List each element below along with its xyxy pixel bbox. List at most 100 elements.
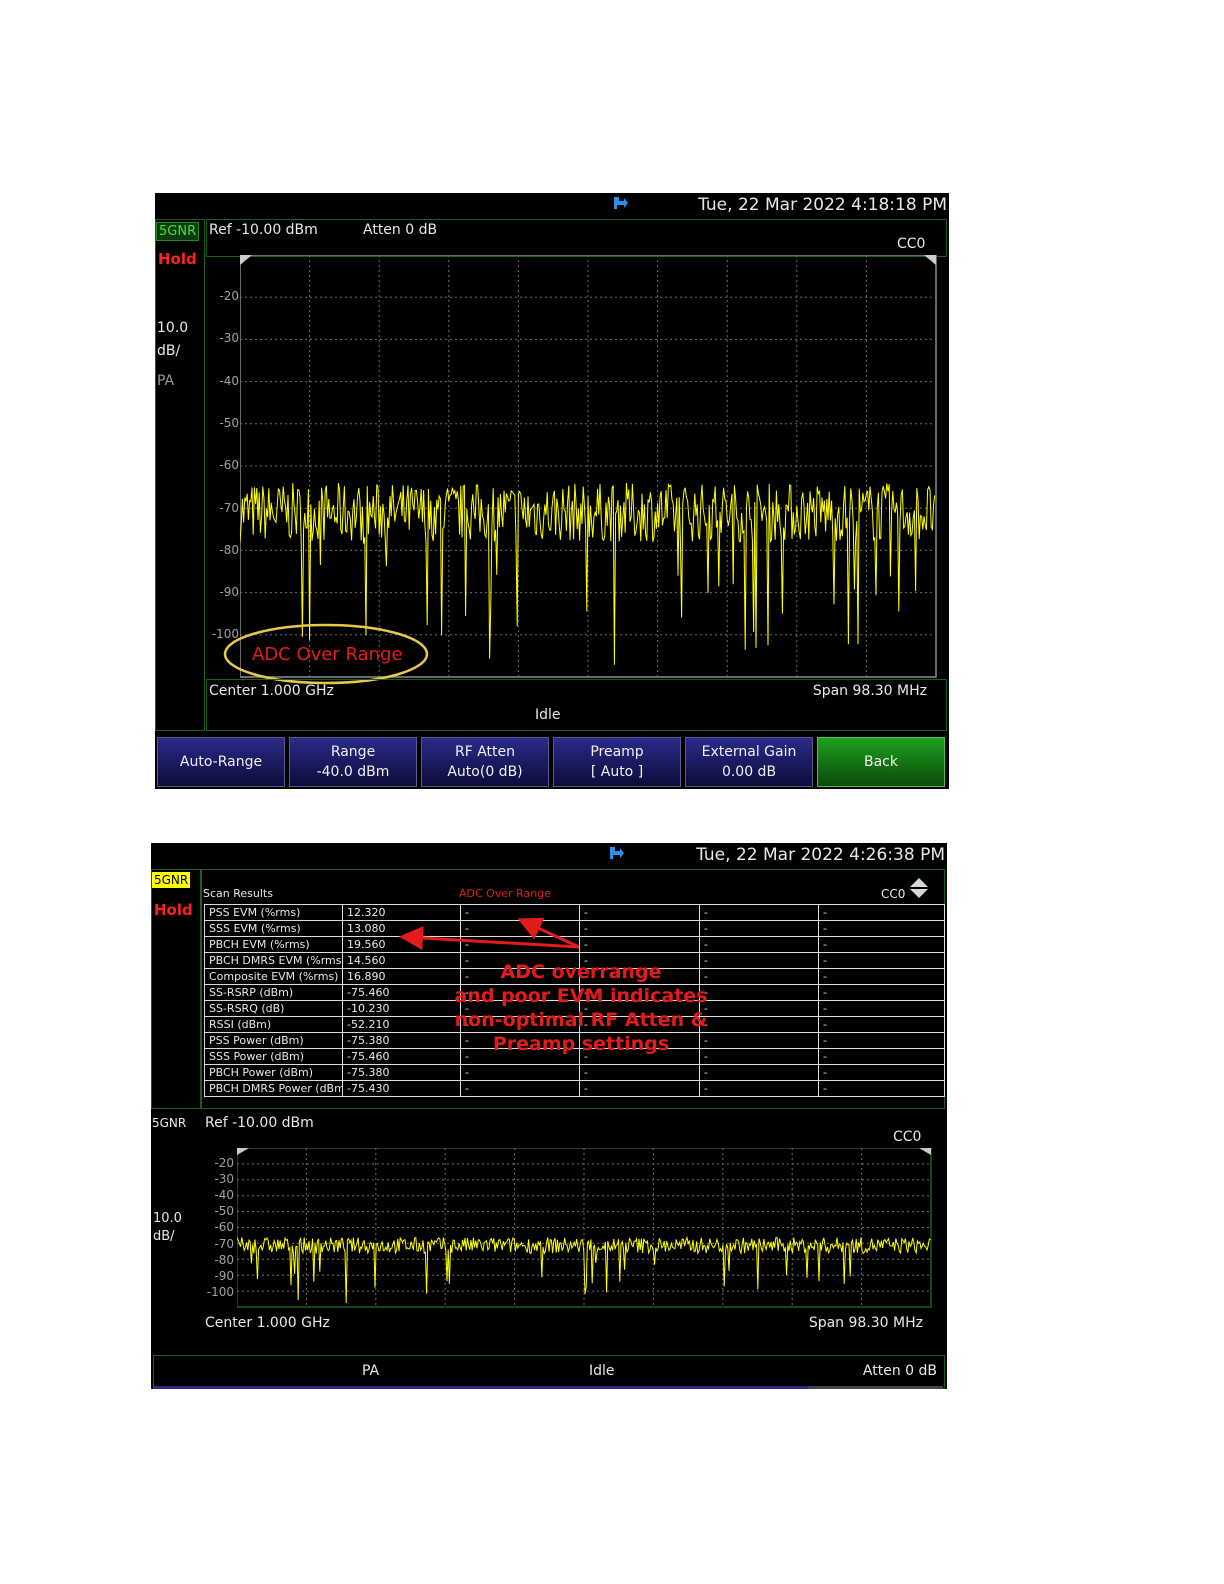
plot-corner-marker-left	[237, 1148, 249, 1155]
metric-empty-cell: -	[579, 1080, 700, 1097]
carrier-label: CC0	[897, 236, 926, 252]
metric-empty-cell: -	[699, 968, 819, 985]
status-mode: PA	[362, 1363, 380, 1379]
annotation-line-4: Preamp settings	[492, 1033, 670, 1055]
annotation-text: ADC overrange and poor EVM indicates non…	[451, 960, 711, 1056]
metric-empty-cell: -	[699, 1048, 819, 1065]
scan-results-title: Scan Results	[203, 887, 273, 900]
rf-atten-label: RF Atten	[454, 744, 516, 760]
adc-over-range-warning: ADC Over Range	[459, 887, 551, 900]
metric-value: -75.430	[342, 1080, 461, 1097]
metric-name: PBCH DMRS EVM (%rms)	[204, 952, 343, 969]
center-frequency[interactable]: Center 1.000 GHz	[209, 683, 334, 699]
metric-value: -52.210	[342, 1016, 461, 1033]
y-tick-label: -50	[214, 1204, 234, 1219]
metric-name: PBCH DMRS Power (dBm)	[204, 1080, 343, 1097]
range-value: -40.0 dBm	[316, 764, 390, 780]
y-tick-label: -30	[219, 331, 239, 346]
mode-badge[interactable]: 5GNR	[156, 222, 200, 241]
plot-grid	[237, 1148, 931, 1307]
spectrum-plot[interactable]	[236, 1147, 933, 1309]
spectrum-plot[interactable]	[239, 254, 938, 679]
network-icon	[612, 195, 630, 215]
y-tick-label: -70	[219, 500, 239, 515]
annotation-line-1: ADC overrange	[500, 961, 662, 983]
range-button[interactable]: Range -40.0 dBm	[289, 737, 417, 787]
adc-over-range-warning: ADC Over Range	[252, 644, 403, 665]
network-icon	[608, 845, 626, 865]
status-text: Idle	[535, 707, 561, 723]
y-tick-label: -50	[219, 415, 239, 430]
center-frequency[interactable]: Center 1.000 GHz	[205, 1315, 330, 1331]
status-bar	[153, 1355, 945, 1389]
metric-empty-cell: -	[699, 1064, 819, 1081]
metric-empty-cell: -	[699, 936, 819, 953]
external-gain-label: External Gain	[701, 744, 797, 760]
y-tick-label: -80	[219, 542, 239, 557]
metric-value: -75.380	[342, 1032, 461, 1049]
carrier-up-down-icon[interactable]	[909, 877, 929, 903]
auto-range-button[interactable]: Auto-Range	[157, 737, 285, 787]
preamp-button[interactable]: Preamp [ Auto ]	[553, 737, 681, 787]
metric-name: PSS Power (dBm)	[204, 1032, 343, 1049]
mode-badge[interactable]: 5GNR	[152, 872, 191, 888]
y-tick-label: -100	[206, 1284, 234, 1299]
y-tick-label: -30	[214, 1172, 234, 1187]
span[interactable]: Span 98.30 MHz	[813, 683, 927, 699]
metric-empty-cell: -	[818, 920, 945, 937]
metric-empty-cell: -	[818, 936, 945, 953]
metric-name: SSS Power (dBm)	[204, 1048, 343, 1065]
scale-value: 10.0	[157, 320, 189, 336]
datetime: Tue, 22 Mar 2022 4:18:18 PM	[698, 195, 947, 215]
metric-name: SSS EVM (%rms)	[204, 920, 343, 937]
metric-empty-cell: -	[818, 1064, 945, 1081]
y-tick-label: -20	[219, 289, 239, 303]
hold-indicator: Hold	[154, 901, 193, 919]
metric-name: PSS EVM (%rms)	[204, 904, 343, 921]
metric-empty-cell: -	[460, 1080, 580, 1097]
annotation-line-3: non-optimal RF Atten &	[454, 1009, 708, 1031]
external-gain-button[interactable]: External Gain 0.00 dB	[685, 737, 813, 787]
scale-unit: dB/	[157, 343, 181, 359]
metric-empty-cell: -	[579, 936, 700, 953]
metric-name: SS-RSRP (dBm)	[204, 984, 343, 1001]
status-atten: Atten 0 dB	[862, 1363, 937, 1379]
metric-empty-cell: -	[699, 920, 819, 937]
ref-level[interactable]: Ref -10.00 dBm	[205, 1115, 314, 1131]
y-tick-label: -60	[219, 458, 239, 473]
metric-empty-cell: -	[818, 1016, 945, 1033]
ref-level[interactable]: Ref -10.00 dBm	[209, 222, 318, 238]
metric-empty-cell: -	[460, 1064, 580, 1081]
metric-empty-cell: -	[699, 952, 819, 969]
plot-grid	[240, 255, 936, 677]
metric-empty-cell: -	[818, 1000, 945, 1017]
metric-empty-cell: -	[818, 1048, 945, 1065]
y-tick-label: -90	[214, 1268, 234, 1283]
table-row: PBCH Power (dBm) -75.380- - - -	[204, 1064, 945, 1081]
metric-value: -75.380	[342, 1064, 461, 1081]
rf-atten-button[interactable]: RF Atten Auto(0 dB)	[421, 737, 549, 787]
metric-empty-cell: -	[818, 952, 945, 969]
left-info-panel	[155, 219, 205, 731]
carrier-label[interactable]: CC0	[881, 887, 905, 901]
analyzer-screen-bottom: Tue, 22 Mar 2022 4:26:38 PM 5GNR Hold Sc…	[151, 843, 947, 1389]
metric-empty-cell: -	[579, 904, 700, 921]
rf-atten-value: Auto(0 dB)	[447, 764, 523, 780]
auto-range-label: Auto-Range	[179, 754, 263, 770]
lower-mode-badge[interactable]: 5GNR	[152, 1116, 186, 1130]
metric-value: 16.890	[342, 968, 461, 985]
scale-unit: dB/	[153, 1229, 175, 1244]
metric-empty-cell: -	[579, 920, 700, 937]
external-gain-value: 0.00 dB	[721, 764, 777, 780]
span[interactable]: Span 98.30 MHz	[809, 1315, 923, 1331]
status-text: Idle	[589, 1363, 615, 1379]
annotation-line-2: and poor EVM indicates	[454, 985, 708, 1007]
attenuation[interactable]: Atten 0 dB	[363, 222, 437, 238]
preamp-value: [ Auto ]	[590, 764, 644, 780]
metric-empty-cell: -	[818, 1032, 945, 1049]
back-button[interactable]: Back	[817, 737, 945, 787]
plot-corner-marker-right	[919, 1148, 931, 1155]
detector-mode: PA	[157, 373, 175, 389]
table-row: PBCH DMRS Power (dBm) -75.430- - - -	[204, 1080, 945, 1097]
annotation-arrows	[391, 913, 591, 953]
